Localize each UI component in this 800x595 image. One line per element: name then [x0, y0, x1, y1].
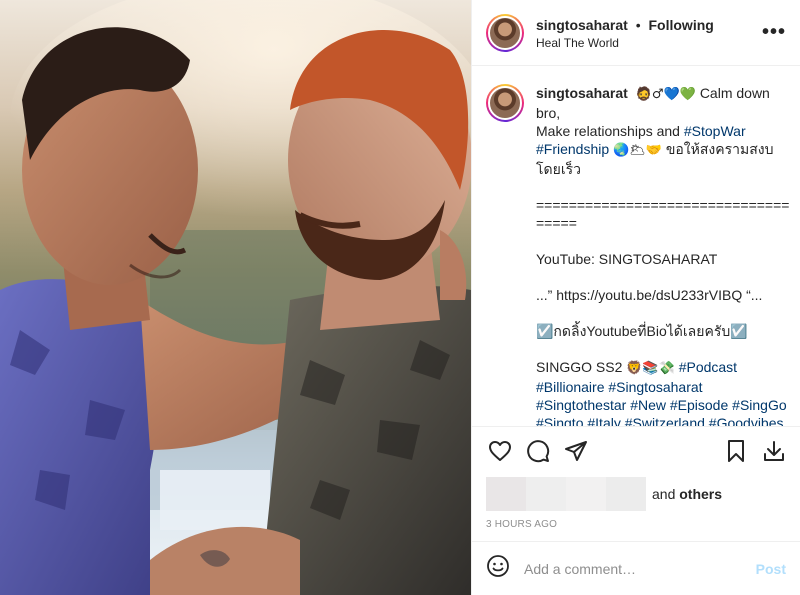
hashtag-podcast[interactable]: #Podcast	[679, 359, 737, 375]
caption-emojis-3: 🦁📚💸	[626, 361, 675, 376]
blurred-liker-name	[526, 477, 566, 511]
likes-row: and others	[472, 475, 800, 513]
hashtag-billionaire[interactable]: #Billionaire	[536, 379, 604, 395]
caption-singgo: SINGGO SS2	[536, 359, 623, 375]
hashtag-episode[interactable]: #Episode	[670, 397, 728, 413]
comment-input[interactable]	[524, 560, 756, 577]
location-link[interactable]: Heal The World	[536, 36, 762, 50]
hashtag-italy[interactable]: #Italy	[587, 415, 620, 426]
caption-youtube-line: YouTube: SINGTOSAHARAT	[536, 251, 718, 267]
hashtag-stopwar[interactable]: #StopWar	[684, 123, 746, 139]
instagram-post: singtosaharat • Following Heal The World…	[0, 0, 800, 595]
action-bar	[472, 427, 800, 475]
hashtag-singgo[interactable]: #SingGo	[732, 397, 786, 413]
bookmark-icon[interactable]	[720, 435, 752, 467]
hashtag-goodvibes[interactable]: #Goodvibes	[709, 415, 784, 426]
hashtag-singtosaharat[interactable]: #Singtosaharat	[608, 379, 702, 395]
caption-username-link[interactable]: singtosaharat	[536, 85, 628, 101]
caption-area: singtosaharat 🧔♂💙💚 Calm down bro, Make r…	[472, 66, 800, 426]
post-side-panel: singtosaharat • Following Heal The World…	[471, 0, 800, 595]
ellipsis-icon[interactable]: •••	[762, 21, 786, 44]
caption-emojis-1: 🧔♂💙💚	[635, 87, 696, 102]
caption-emojis-2: 🌏🌥🤝	[613, 143, 662, 158]
post-comment-button[interactable]: Post	[756, 561, 786, 577]
post-photo[interactable]	[0, 0, 471, 595]
header-text: singtosaharat • Following Heal The World	[536, 16, 762, 50]
hashtag-new[interactable]: #New	[630, 397, 666, 413]
caption-separator-line: ====================================	[536, 197, 790, 231]
caption-line2: Make relationships and	[536, 123, 680, 139]
comment-box: Post	[472, 541, 800, 595]
separator-dot: •	[635, 16, 641, 33]
hashtag-friendship[interactable]: #Friendship	[536, 141, 609, 157]
download-icon[interactable]	[758, 435, 790, 467]
likes-text[interactable]: and others	[652, 486, 722, 502]
likes-prefix: and	[652, 486, 676, 502]
likes-others[interactable]: others	[679, 486, 722, 502]
hashtag-singtothestar[interactable]: #Singtothestar	[536, 397, 626, 413]
blurred-liker-avatar	[486, 477, 526, 511]
avatar[interactable]	[486, 13, 524, 52]
smiley-icon[interactable]	[486, 554, 510, 583]
blurred-liker-name	[566, 477, 606, 511]
paper-plane-icon[interactable]	[560, 435, 592, 467]
comment-bubble-icon[interactable]	[522, 435, 554, 467]
heart-icon[interactable]	[484, 435, 516, 467]
following-button[interactable]: Following	[649, 17, 714, 33]
caption-bio-line: ☑️กดลิ้งYoutubeที่Bioได้เลยครับ☑️	[536, 323, 748, 339]
caption-text: singtosaharat 🧔♂💙💚 Calm down bro, Make r…	[536, 84, 791, 426]
hashtag-switzerland[interactable]: #Switzerland	[625, 415, 705, 426]
blurred-liker-name	[606, 477, 646, 511]
caption-avatar[interactable]	[486, 84, 524, 122]
photo-illustration	[0, 0, 471, 595]
caption-link-line: ...” https://youtu.be/dsU233rVIBQ “...	[536, 287, 763, 303]
post-timestamp: 3 HOURS AGO	[486, 519, 558, 530]
username-link[interactable]: singtosaharat	[536, 17, 628, 33]
hashtag-singto[interactable]: #Singto	[536, 415, 583, 426]
post-header: singtosaharat • Following Heal The World…	[472, 0, 800, 66]
